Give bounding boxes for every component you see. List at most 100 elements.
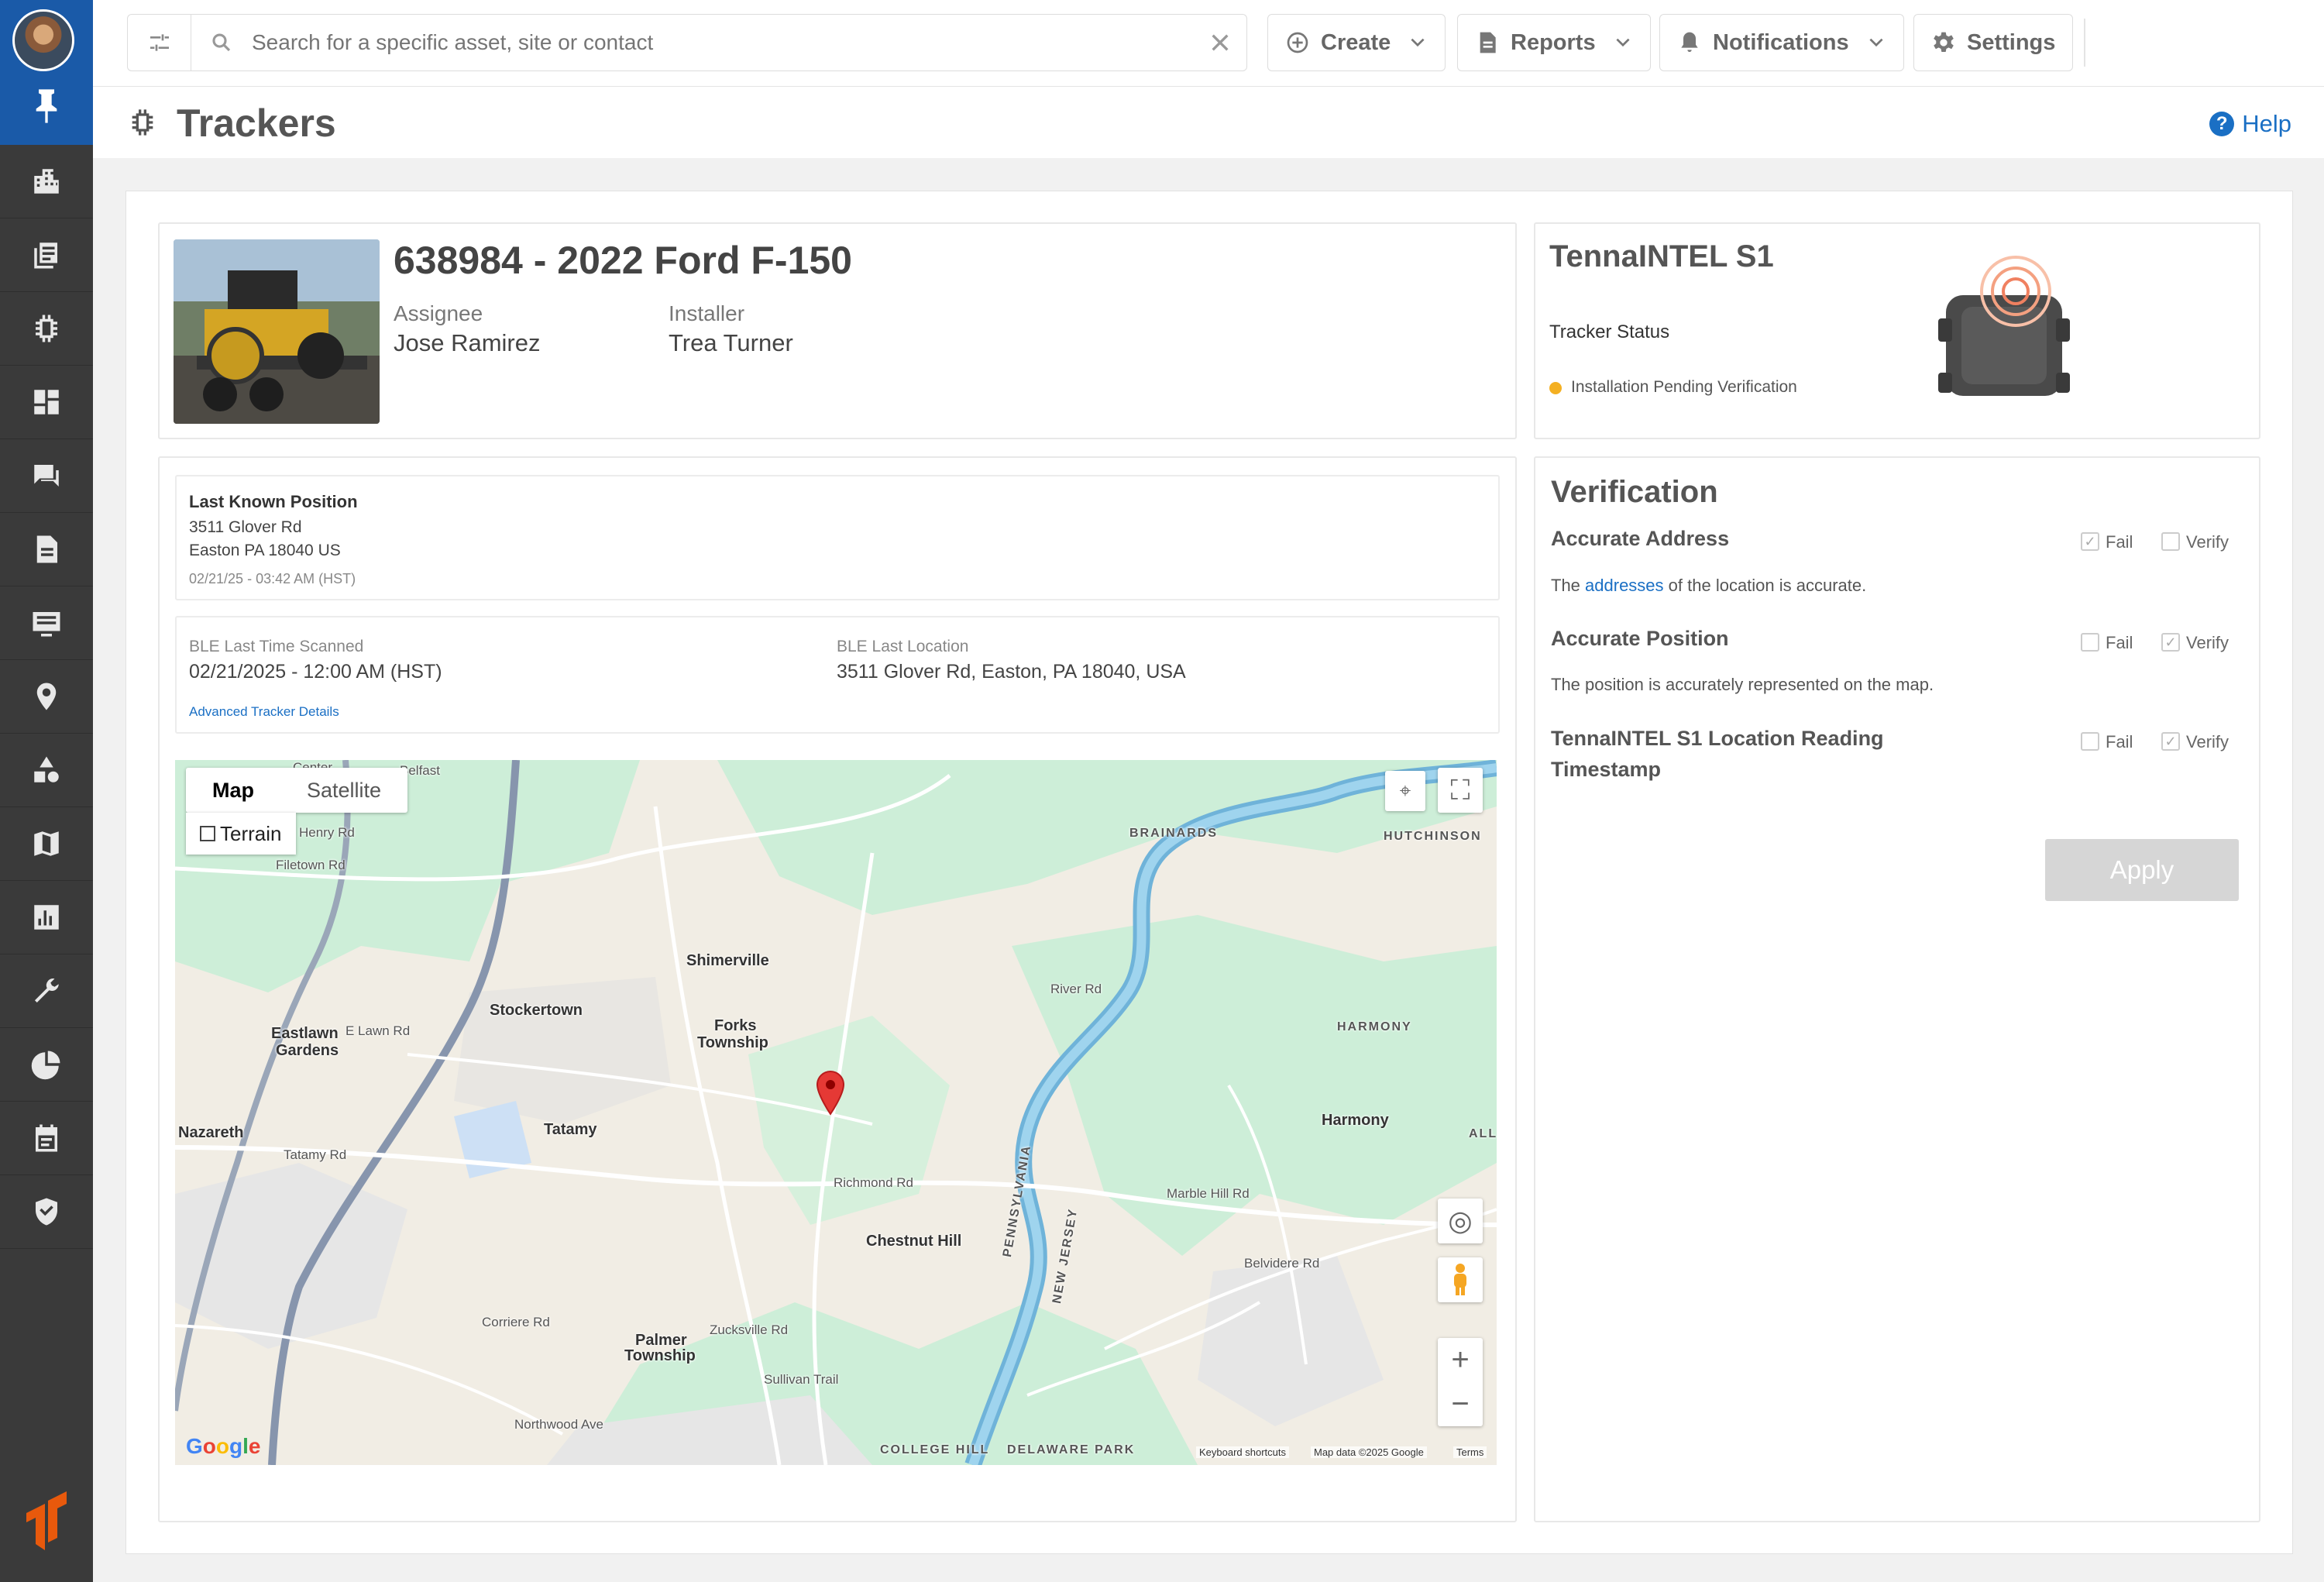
map-label: Township (624, 1347, 696, 1364)
help-link[interactable]: ? Help (2209, 110, 2291, 138)
map-label: DELAWARE PARK (1007, 1443, 1136, 1456)
zoom-in-button[interactable]: + (1438, 1338, 1483, 1382)
ble-time-label: BLE Last Time Scanned (189, 638, 364, 655)
map-label: Forks (714, 1017, 757, 1034)
terrain-toggle[interactable]: Terrain (186, 813, 296, 855)
map-label: BRAINARDS (1129, 827, 1218, 840)
asset-photo[interactable] (174, 239, 380, 424)
reports-label: Reports (1511, 29, 1596, 55)
settings-label: Settings (1967, 29, 2056, 55)
verification-item-desc: The position is accurately represented o… (1551, 675, 1934, 694)
fail-checkbox[interactable] (2081, 633, 2099, 652)
satellite-tab[interactable]: Satellite (280, 768, 407, 813)
verification-item-title: TennaINTEL S1 Location Reading (1551, 727, 1884, 750)
map-label: Corriere Rd (482, 1315, 550, 1329)
camera-control-button[interactable]: ⌖ (1385, 771, 1425, 811)
sidebar-item-maps[interactable] (0, 807, 93, 881)
keyboard-shortcuts-link[interactable]: Keyboard shortcuts (1196, 1446, 1290, 1458)
map-label: Marble Hill Rd (1167, 1186, 1250, 1201)
pin-icon[interactable] (31, 87, 62, 126)
sidebar-item-reports[interactable] (0, 881, 93, 954)
top-bar: Create Reports Notifications Settings (93, 0, 2324, 87)
bell-icon (1681, 32, 1698, 52)
apply-button[interactable]: Apply (2045, 839, 2239, 901)
map-data-attribution: Map data ©2025 Google (1311, 1446, 1427, 1458)
reports-button[interactable]: Reports (1457, 14, 1651, 71)
map-label: E Lawn Rd (346, 1023, 411, 1038)
search-bar (191, 14, 1247, 71)
sidebar-item-messages[interactable] (0, 439, 93, 513)
fullscreen-icon: ⛶ (1450, 773, 1470, 806)
asset-image (174, 239, 380, 424)
sidebar-item-documents[interactable] (0, 218, 93, 292)
camera-icon: ⌖ (1399, 779, 1411, 802)
sidebar-header (0, 0, 93, 145)
chat-icon (34, 465, 59, 487)
fail-checkbox[interactable] (2081, 732, 2099, 751)
map-tab[interactable]: Map (186, 768, 280, 813)
terrain-label: Terrain (220, 821, 282, 845)
filter-button[interactable] (127, 14, 191, 71)
street-view-button[interactable] (1438, 1257, 1483, 1302)
map-label: Sullivan Trail (764, 1372, 839, 1387)
map-label: Harmony (1322, 1112, 1389, 1129)
zoom-out-button[interactable]: − (1438, 1382, 1483, 1426)
sidebar-item-maintenance[interactable] (0, 954, 93, 1028)
map-label: Tatamy Rd (284, 1147, 347, 1162)
search-icon (212, 33, 231, 52)
map-label: Township (697, 1034, 768, 1051)
map-marker-icon[interactable] (815, 1070, 846, 1116)
map-label: COLLEGE HILL (880, 1443, 990, 1456)
map-label: HARMONY (1337, 1020, 1412, 1033)
sidebar-item-sites[interactable] (0, 145, 93, 218)
verify-checkbox[interactable]: ✓ (2161, 633, 2180, 652)
sidebar-item-dashboard[interactable] (0, 366, 93, 439)
sidebar-item-lists[interactable] (0, 586, 93, 660)
fail-label: Fail (2106, 633, 2133, 652)
verify-label: Verify (2186, 532, 2229, 552)
sidebar-item-analytics[interactable] (0, 1028, 93, 1102)
map-label: HUTCHINSON (1384, 830, 1482, 843)
verification-item-desc: The addresses of the location is accurat… (1551, 576, 1866, 596)
advanced-tracker-details-link[interactable]: Advanced Tracker Details (189, 704, 339, 720)
sidebar-item-calendar[interactable] (0, 1102, 93, 1175)
chevron-down-icon (1411, 38, 1425, 47)
create-button[interactable]: Create (1267, 14, 1446, 71)
position-card: Last Known Position 3511 Glover Rd Easto… (158, 456, 1517, 1522)
settings-button[interactable]: Settings (1913, 14, 2074, 71)
my-location-button[interactable]: ◎ (1438, 1199, 1483, 1243)
sidebar-item-files[interactable] (0, 513, 93, 586)
search-input[interactable] (252, 30, 1166, 55)
map-label: Zucksville Rd (710, 1322, 789, 1337)
fullscreen-button[interactable]: ⛶ (1438, 768, 1483, 813)
verify-checkbox[interactable] (2161, 532, 2180, 551)
shapes-icon (34, 756, 59, 782)
notifications-label: Notifications (1713, 29, 1849, 55)
map-type-toggle: Map Satellite (186, 768, 408, 813)
file-icon (36, 535, 57, 563)
map-label: Tatamy (544, 1121, 597, 1138)
terrain-checkbox[interactable] (200, 826, 215, 841)
asset-card: 638984 - 2022 Ford F-150 Assignee Jose R… (158, 222, 1517, 439)
sidebar-item-locations[interactable] (0, 660, 93, 734)
fail-checkbox[interactable]: ✓ (2081, 532, 2099, 551)
map-label: Chestnut Hill (866, 1233, 962, 1250)
addresses-link[interactable]: addresses (1585, 576, 1664, 595)
last-known-position-title: Last Known Position (189, 492, 358, 511)
tracker-status-text: Installation Pending Verification (1571, 378, 1797, 396)
map-label: Henry Rd (299, 825, 355, 840)
terms-link[interactable]: Terms (1453, 1446, 1487, 1458)
avatar[interactable] (12, 9, 74, 71)
installer-value: Trea Turner (669, 329, 793, 356)
sidebar-item-trackers[interactable] (0, 292, 93, 366)
verify-checkbox[interactable]: ✓ (2161, 732, 2180, 751)
sidebar-item-safety[interactable] (0, 1175, 93, 1249)
ble-location-label: BLE Last Location (837, 638, 969, 655)
pegman-icon (1454, 1264, 1466, 1295)
notifications-button[interactable]: Notifications (1659, 14, 1904, 71)
clear-search-icon[interactable] (1208, 30, 1232, 55)
tenna-logo-icon (26, 1491, 67, 1550)
zoom-control: + − (1438, 1338, 1483, 1426)
map[interactable]: Center Belfast Henry Rd Filetown Rd Shim… (175, 760, 1497, 1465)
sidebar-item-categories[interactable] (0, 734, 93, 807)
